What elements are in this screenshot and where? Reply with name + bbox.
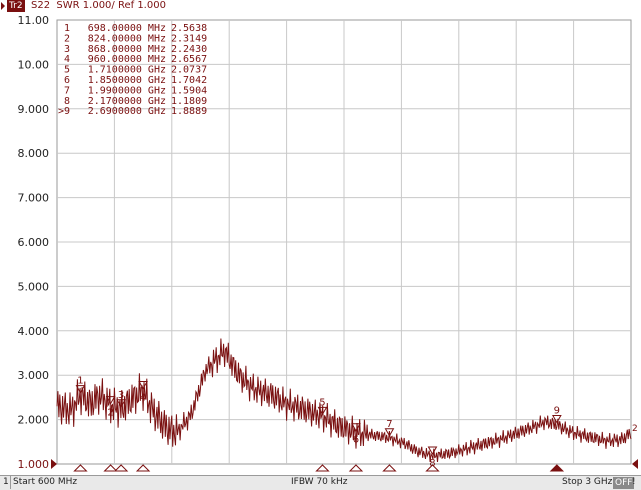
marker-table-frequency: 2.1700000 GHz [88, 96, 166, 107]
marker-table-frequency: 960.00000 MHz [88, 54, 166, 65]
y-tick-label: 5.000 [18, 280, 50, 293]
marker-table: 1 698.00000 MHz 2.5638 2 824.00000 MHz 2.3149… [58, 23, 207, 117]
y-tick-label: 11.00 [18, 14, 50, 27]
y-tick-label: 2.000 [18, 414, 50, 427]
stop-frequency[interactable]: Stop 3 GHz [562, 476, 612, 489]
marker-table-id: 2 [64, 33, 70, 44]
marker-table-id: 4 [64, 54, 70, 65]
y-tick-label: 1.000 [18, 458, 50, 471]
stimulus-marker-icon [113, 464, 129, 472]
marker-table-value: 1.7042 [171, 75, 207, 86]
reference-right-arrow-icon [632, 459, 638, 469]
stimulus-marker-icon [549, 464, 565, 472]
channel-number: 1 [3, 477, 9, 487]
marker-table-frequency: 1.9900000 GHz [88, 85, 166, 96]
marker-label: 6 [353, 435, 359, 446]
marker-table-value: 1.1809 [171, 96, 207, 107]
stimulus-marker-icon [348, 464, 364, 472]
marker-label: 7 [386, 419, 392, 430]
marker-table-value: 2.5638 [171, 23, 207, 34]
y-tick-label: 9.000 [18, 103, 50, 116]
ifbw-setting[interactable]: IFBW 70 kHz [291, 476, 347, 489]
marker-label: 2 [107, 408, 113, 419]
marker-table-value: 2.3149 [171, 33, 207, 44]
marker-label: 1 [77, 376, 83, 387]
marker-label: 5 [319, 397, 325, 408]
y-tick-label: 8.000 [18, 147, 50, 160]
stimulus-marker-icon [73, 464, 88, 472]
y-tick-label: 10.00 [18, 58, 50, 71]
status-bar: 1 Start 600 MHz IFBW 70 kHz Stop 3 GHz O… [0, 475, 641, 490]
marker-table-value: 2.0737 [171, 65, 207, 76]
y-tick-label: 6.000 [18, 236, 50, 249]
marker-table-id: 5 [64, 65, 70, 76]
y-tick-label: 7.000 [18, 192, 50, 205]
stimulus-marker-icon [135, 464, 151, 472]
marker-table-value: 2.2430 [171, 44, 207, 55]
status-separator [10, 476, 11, 489]
start-frequency[interactable]: Start 600 MHz [13, 476, 77, 489]
marker-table-id: 3 [64, 44, 70, 55]
stimulus-marker-icon [425, 464, 440, 472]
marker-table-id: 8 [64, 96, 70, 107]
status-indicator: ! [632, 477, 636, 487]
marker-4: 4 [138, 380, 148, 403]
marker-table-id: 6 [64, 75, 70, 86]
marker-table-frequency: 824.00000 MHz [88, 33, 166, 44]
trace-end-label: 2 [632, 424, 638, 434]
marker-label: 4 [140, 392, 146, 403]
swr-chart: 1.000 2.000 3.000 4.000 5.000 6.000 7.000 8.000… [18, 14, 638, 472]
marker-table-value: 2.6567 [171, 54, 207, 65]
stimulus-marker-icon [103, 464, 118, 472]
marker-table-frequency: 868.00000 MHz [88, 44, 166, 55]
reference-left-arrow-icon [51, 459, 57, 469]
marker-table-value: 1.5904 [171, 85, 207, 96]
y-tick-label: 3.000 [18, 369, 50, 382]
marker-label: 3 [118, 390, 124, 401]
stimulus-marker-icon [382, 464, 397, 472]
stimulus-marker-icon [315, 464, 330, 472]
marker-table-id: >9 [58, 106, 70, 117]
marker-table-id: 1 [64, 23, 70, 34]
marker-table-frequency: 698.00000 MHz [88, 23, 166, 34]
marker-table-id: 7 [64, 85, 70, 96]
marker-table-frequency: 1.7100000 GHz [88, 65, 166, 76]
marker-table-frequency: 2.6900000 GHz [88, 106, 166, 117]
marker-table-frequency: 1.8500000 GHz [88, 75, 166, 86]
marker-table-value: 1.8889 [171, 106, 207, 117]
y-tick-label: 4.000 [18, 325, 50, 338]
marker-label: 9 [554, 406, 560, 417]
